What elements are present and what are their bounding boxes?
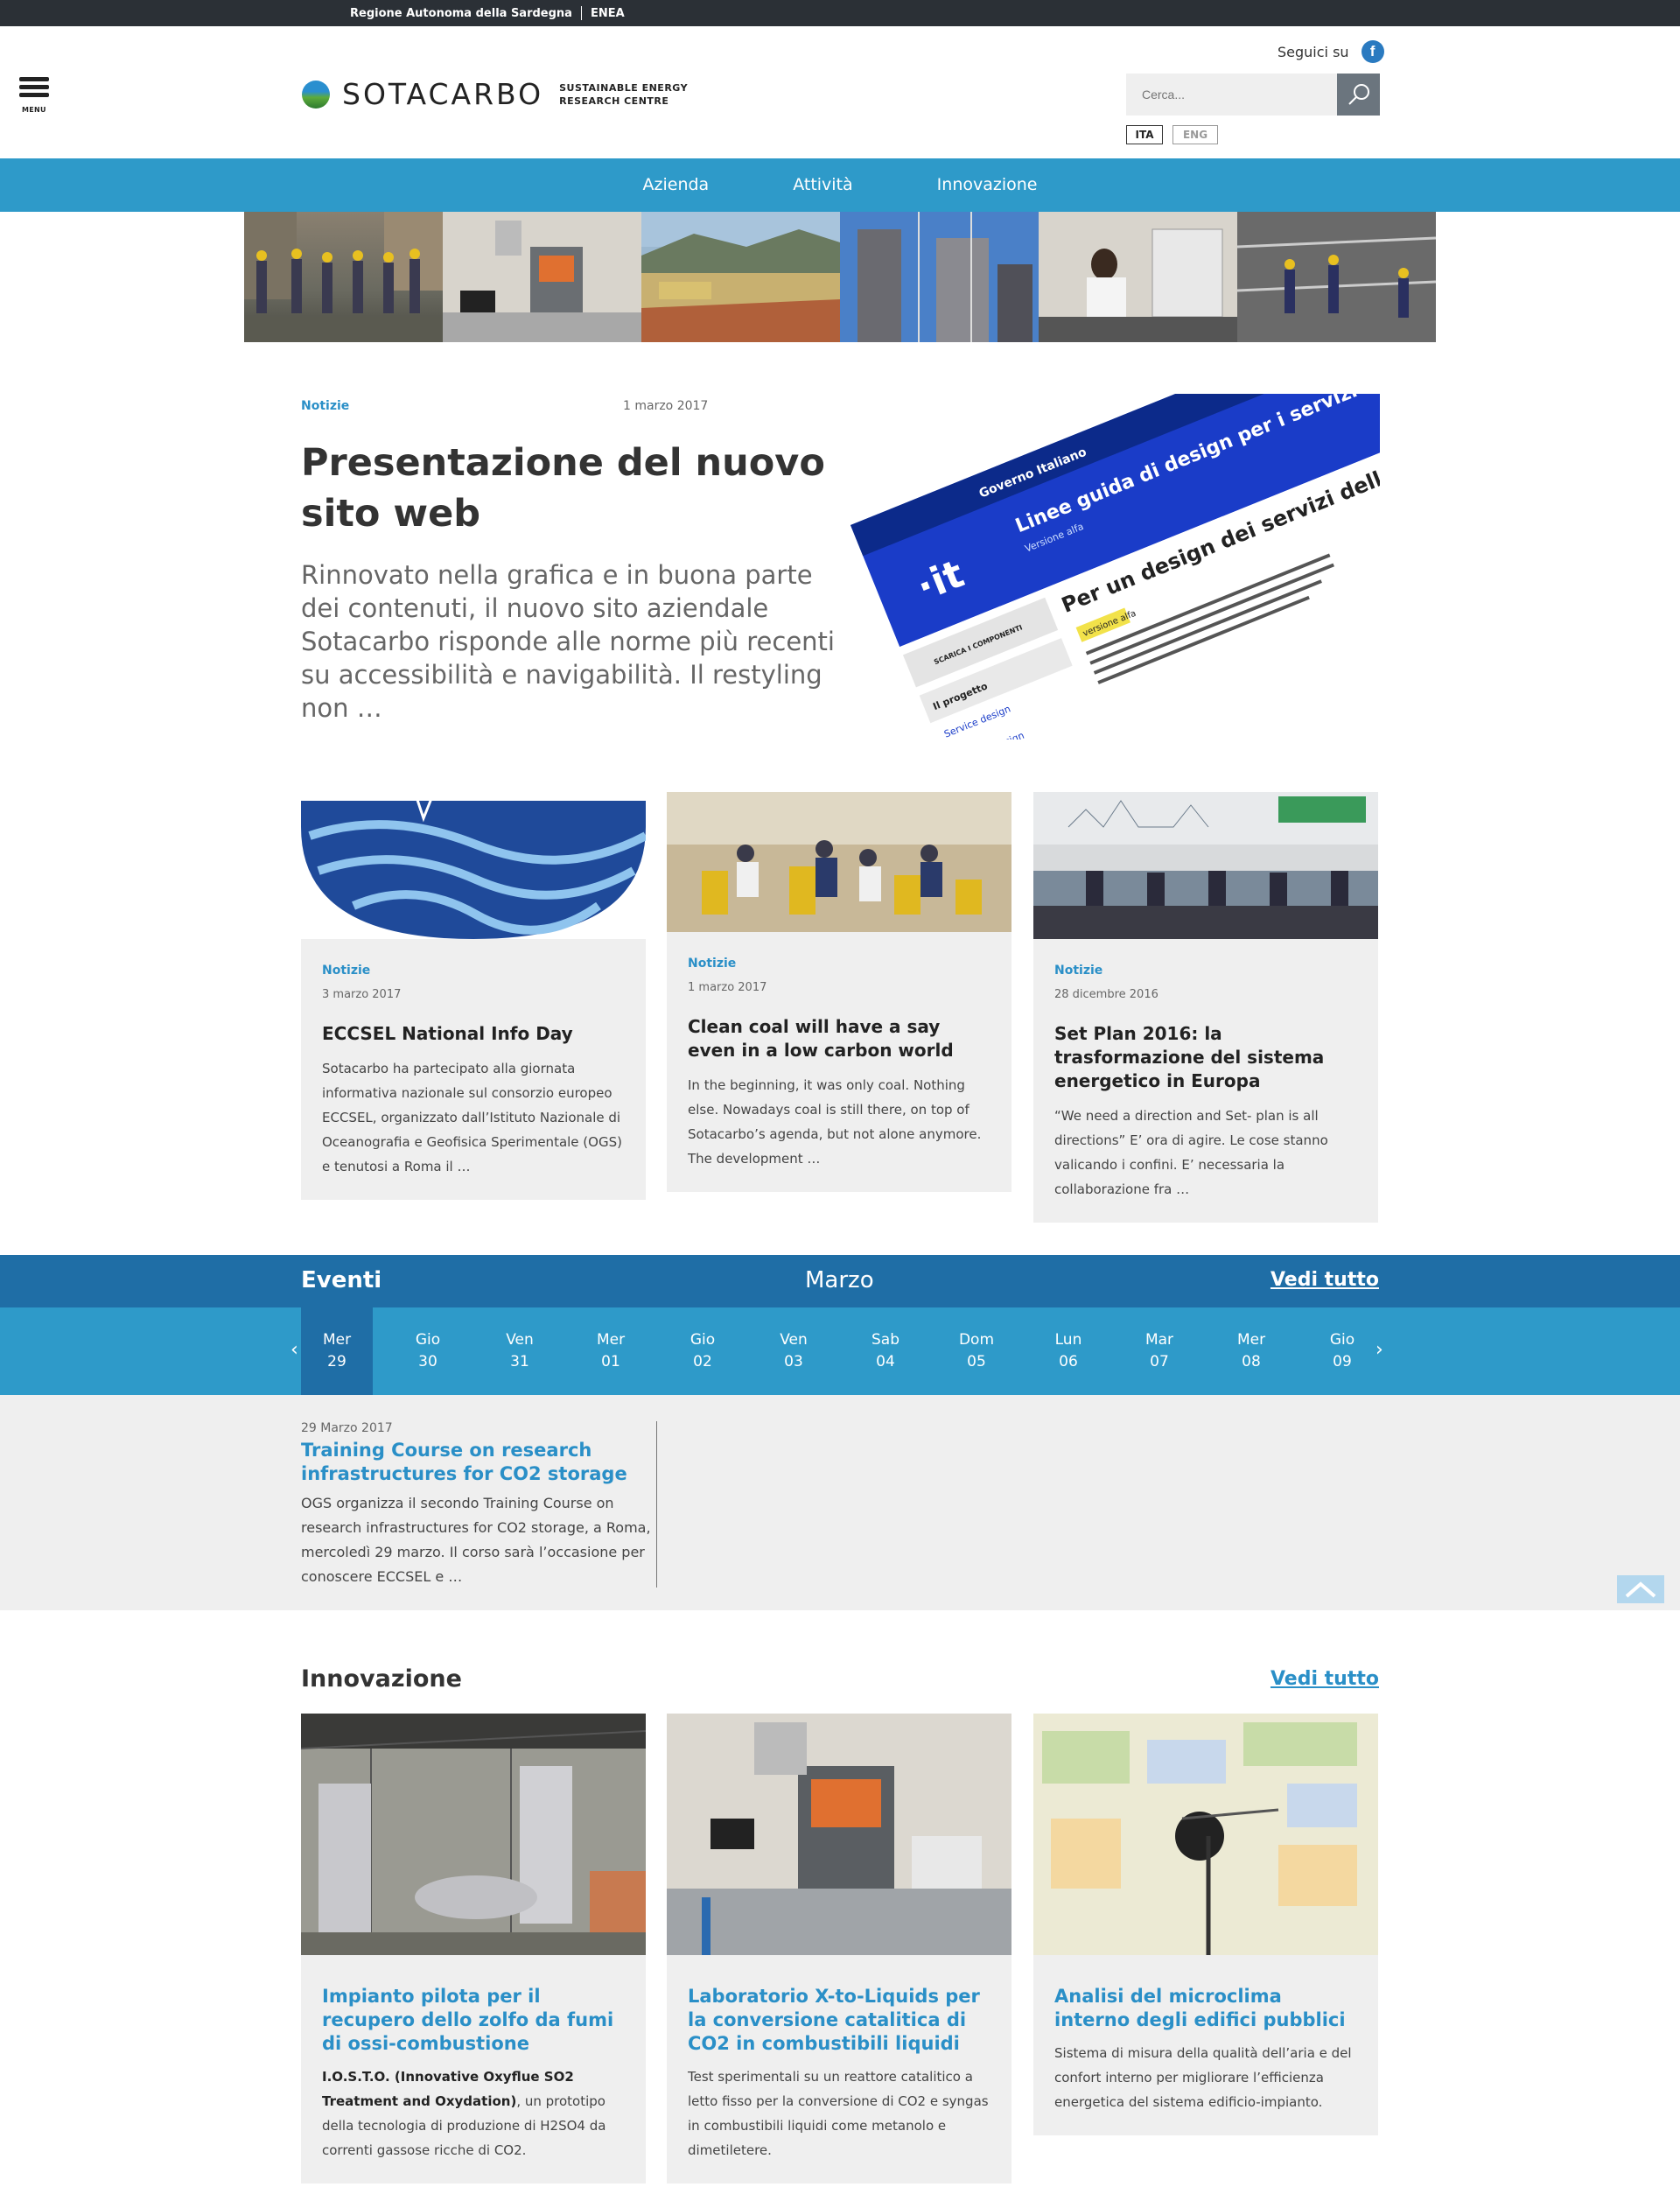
lang-ita-button[interactable]: ITA	[1126, 125, 1163, 144]
card-title[interactable]: Analisi del microclima interno degli edi…	[1054, 1985, 1357, 2032]
logo-globe-icon	[302, 80, 330, 109]
lang-eng-button[interactable]: ENG	[1172, 125, 1218, 144]
day-button[interactable]: Gio 09	[1306, 1307, 1378, 1395]
hero-category[interactable]: Notizie	[301, 399, 349, 413]
card-summary: Sotacarbo ha partecipato alla giornata i…	[322, 1061, 622, 1174]
hamburger-icon	[19, 77, 49, 81]
hero-date: 1 marzo 2017	[623, 399, 709, 413]
facebook-icon[interactable]: f	[1361, 40, 1384, 63]
events-day-strip: ‹ Mer 29 Gio 30 Ven 31 Mer 01 Gio 02 Ven 03 Sa…	[0, 1307, 1680, 1395]
day-button[interactable]: Lun 06	[1032, 1307, 1104, 1395]
menu-button[interactable]: MENU	[19, 77, 51, 114]
enea-link[interactable]: ENEA	[591, 7, 625, 20]
divider	[656, 1421, 657, 1588]
hamburger-icon	[19, 93, 49, 97]
card-date: 1 marzo 2017	[688, 981, 767, 994]
card-title[interactable]: Impianto pilota per il recupero dello zo…	[322, 1985, 625, 2056]
hero-summary: Rinnovato nella grafica e in buona parte…	[301, 560, 835, 723]
menu-label: MENU	[22, 106, 46, 114]
card-title[interactable]: Clean coal will have a say even in a low…	[688, 1015, 990, 1062]
card-title[interactable]: Laboratorio X-to-Liquids per la conversi…	[688, 1985, 990, 2056]
main-nav: Azienda Attività Innovazione	[0, 158, 1680, 212]
day-button[interactable]: Mer 29	[301, 1307, 373, 1395]
card-image-xtl-lab	[667, 1714, 1012, 1955]
card-category[interactable]: Notizie	[322, 964, 625, 978]
card-image-conference	[667, 792, 1012, 932]
news-card[interactable]: Notizie 1 marzo 2017 Clean coal will hav…	[667, 792, 1012, 1192]
day-button[interactable]: Ven 31	[484, 1307, 556, 1395]
day-button[interactable]: Gio 30	[392, 1307, 464, 1395]
event-title[interactable]: Training Course on research infrastructu…	[301, 1439, 656, 1486]
day-button[interactable]: Gio 02	[667, 1307, 738, 1395]
nav-item-innovazione[interactable]: Innovazione	[895, 158, 1080, 212]
innovation-card[interactable]: Impianto pilota per il recupero dello zo…	[301, 1714, 646, 2183]
back-to-top-button[interactable]	[1617, 1575, 1664, 1603]
social-follow: Seguici su f	[1278, 40, 1384, 63]
logo-wordmark: SOTACARBO	[342, 77, 544, 111]
hamburger-icon	[19, 85, 49, 89]
events-title: Eventi	[301, 1267, 382, 1293]
banner-photo-visitors	[244, 212, 443, 342]
follow-label: Seguici su	[1278, 43, 1349, 60]
card-summary: In the beginning, it was only coal. Noth…	[688, 1077, 982, 1167]
banner-photo-landscape	[641, 212, 840, 342]
card-image-microclimate	[1033, 1714, 1378, 1955]
day-button[interactable]: Ven 03	[758, 1307, 830, 1395]
card-image-pilot-plant	[301, 1714, 646, 1955]
card-summary: “We need a direction and Set- plan is al…	[1054, 1108, 1328, 1197]
card-title[interactable]: ECCSEL National Info Day	[322, 1022, 625, 1046]
card-image-setplan	[1033, 792, 1378, 939]
news-card[interactable]: Notizie 28 dicembre 2016 Set Plan 2016: …	[1033, 792, 1378, 1223]
nav-item-azienda[interactable]: Azienda	[601, 158, 752, 212]
innovation-card[interactable]: Analisi del microclima interno degli edi…	[1033, 1714, 1378, 2135]
innovation-see-all-link[interactable]: Vedi tutto	[1270, 1668, 1379, 1690]
separator	[580, 6, 582, 20]
events-list: 29 Marzo 2017 Training Course on researc…	[0, 1395, 1680, 1610]
events-month: Marzo	[805, 1267, 874, 1293]
banner-photo-lab	[443, 212, 641, 342]
regione-link[interactable]: Regione Autonoma della Sardegna	[350, 7, 572, 20]
institution-links: Regione Autonoma della Sardegna ENEA	[350, 0, 625, 26]
banner-photo-plant	[840, 212, 1039, 342]
top-bar: Regione Autonoma della Sardegna ENEA	[0, 0, 1680, 26]
photo-banner	[244, 212, 1436, 342]
news-card[interactable]: Notizie 3 marzo 2017 ECCSEL National Inf…	[301, 792, 646, 1200]
search-icon	[1348, 84, 1369, 105]
card-summary: I.O.S.T.O. (Innovative Oxyflue SO2 Treat…	[322, 2069, 606, 2158]
event-summary: OGS organizza il secondo Training Course…	[301, 1495, 651, 1585]
card-summary: Test sperimentali su un reattore catalit…	[688, 2069, 989, 2158]
site-logo[interactable]: SOTACARBO SUSTAINABLE ENERGY RESEARCH CE…	[302, 77, 708, 111]
events-see-all-link[interactable]: Vedi tutto	[1270, 1269, 1379, 1291]
card-date: 3 marzo 2017	[322, 988, 402, 1001]
search-button[interactable]	[1337, 74, 1380, 116]
events-header: Eventi Marzo Vedi tutto	[0, 1255, 1680, 1307]
innovation-card[interactable]: Laboratorio X-to-Liquids per la conversi…	[667, 1714, 1012, 2183]
hero-title[interactable]: Presentazione del nuovo sito web	[301, 438, 844, 539]
innovation-title: Innovazione	[301, 1665, 462, 1693]
day-button[interactable]: Sab 04	[850, 1307, 921, 1395]
day-button[interactable]: Dom 05	[941, 1307, 1012, 1395]
day-button[interactable]: Mer 08	[1215, 1307, 1287, 1395]
day-button[interactable]: Mar 07	[1124, 1307, 1195, 1395]
card-category[interactable]: Notizie	[1054, 964, 1357, 978]
day-button[interactable]: Mer 01	[575, 1307, 647, 1395]
logo-tagline: SUSTAINABLE ENERGY RESEARCH CENTRE	[559, 81, 689, 107]
chevron-right-icon[interactable]: ›	[1376, 1339, 1383, 1361]
banner-photo-researcher	[1039, 212, 1237, 342]
hero-image[interactable]: Governo Italiano ·it Linee guida di desi…	[850, 394, 1380, 766]
nav-item-attivita[interactable]: Attività	[751, 158, 894, 212]
banner-photo-workers	[1237, 212, 1436, 342]
event-date: 29 Marzo 2017	[301, 1421, 393, 1435]
card-image-eccsel	[301, 792, 646, 939]
card-date: 28 dicembre 2016	[1054, 988, 1158, 1001]
card-category[interactable]: Notizie	[688, 957, 990, 971]
event-item[interactable]: 29 Marzo 2017 Training Course on researc…	[301, 1421, 656, 1589]
card-summary: Sistema di misura della qualità dell’ari…	[1054, 2045, 1352, 2110]
chevron-left-icon[interactable]: ‹	[290, 1339, 298, 1361]
card-title[interactable]: Set Plan 2016: la trasformazione del sis…	[1054, 1022, 1357, 1093]
chevron-up-icon	[1625, 1581, 1656, 1598]
